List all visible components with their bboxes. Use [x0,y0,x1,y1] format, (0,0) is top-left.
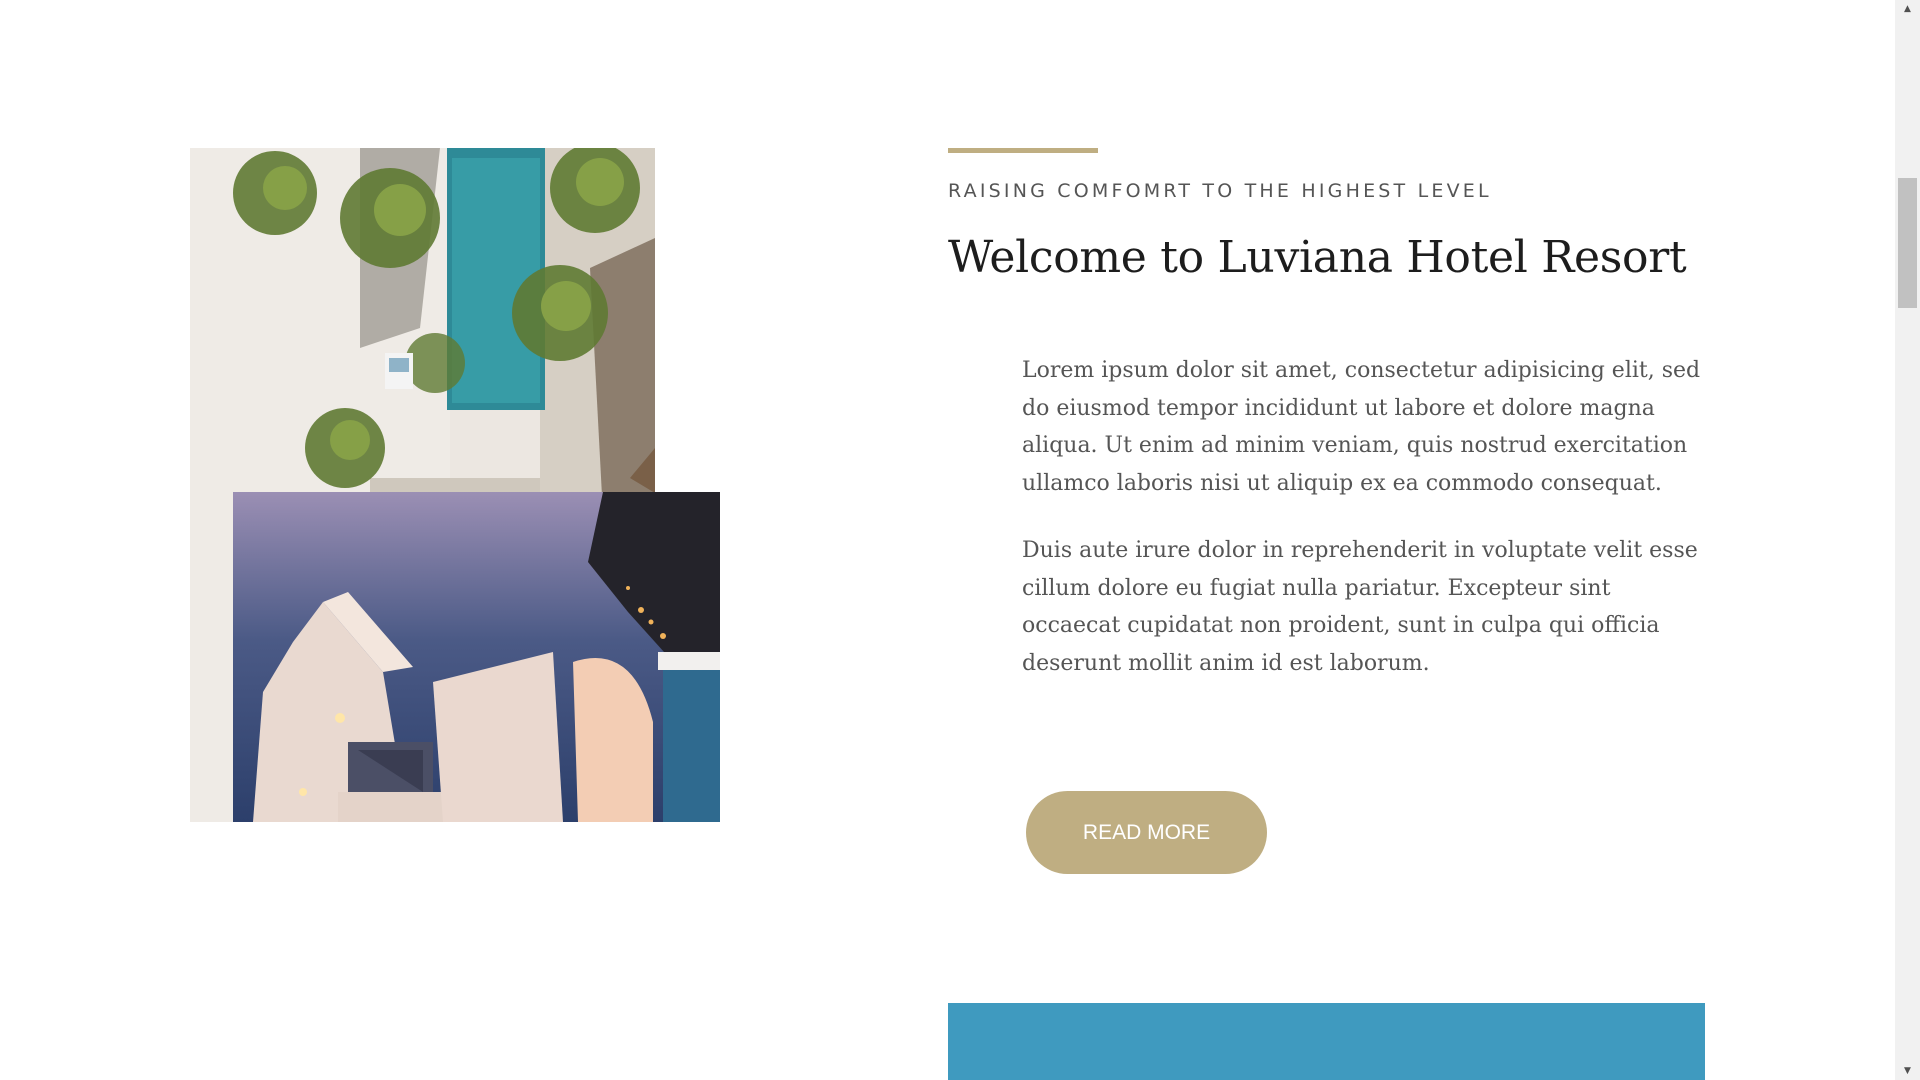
blue-feature-block [948,1003,1705,1080]
scroll-up-arrow-icon[interactable]: ▲ [1895,0,1920,18]
scrollbar-thumb[interactable] [1898,178,1917,308]
page-scrollbar[interactable]: ▲ ▼ [1895,0,1920,1080]
page: RAISING COMFOMRT TO THE HIGHEST LEVEL We… [0,0,1920,1080]
accent-divider [948,148,1098,153]
intro-paragraph-1: Lorem ipsum dolor sit amet, consectetur … [1022,358,1701,496]
santorini-terrace-image [233,492,720,822]
section-title: Welcome to Luviana Hotel Resort [948,232,1687,283]
intro-paragraph-2: Duis aute irure dolor in reprehenderit i… [1022,538,1698,676]
read-more-button[interactable]: READ MORE [1026,791,1267,874]
section-eyebrow: RAISING COMFOMRT TO THE HIGHEST LEVEL [948,180,1492,202]
scroll-down-arrow-icon[interactable]: ▼ [1895,1062,1920,1080]
